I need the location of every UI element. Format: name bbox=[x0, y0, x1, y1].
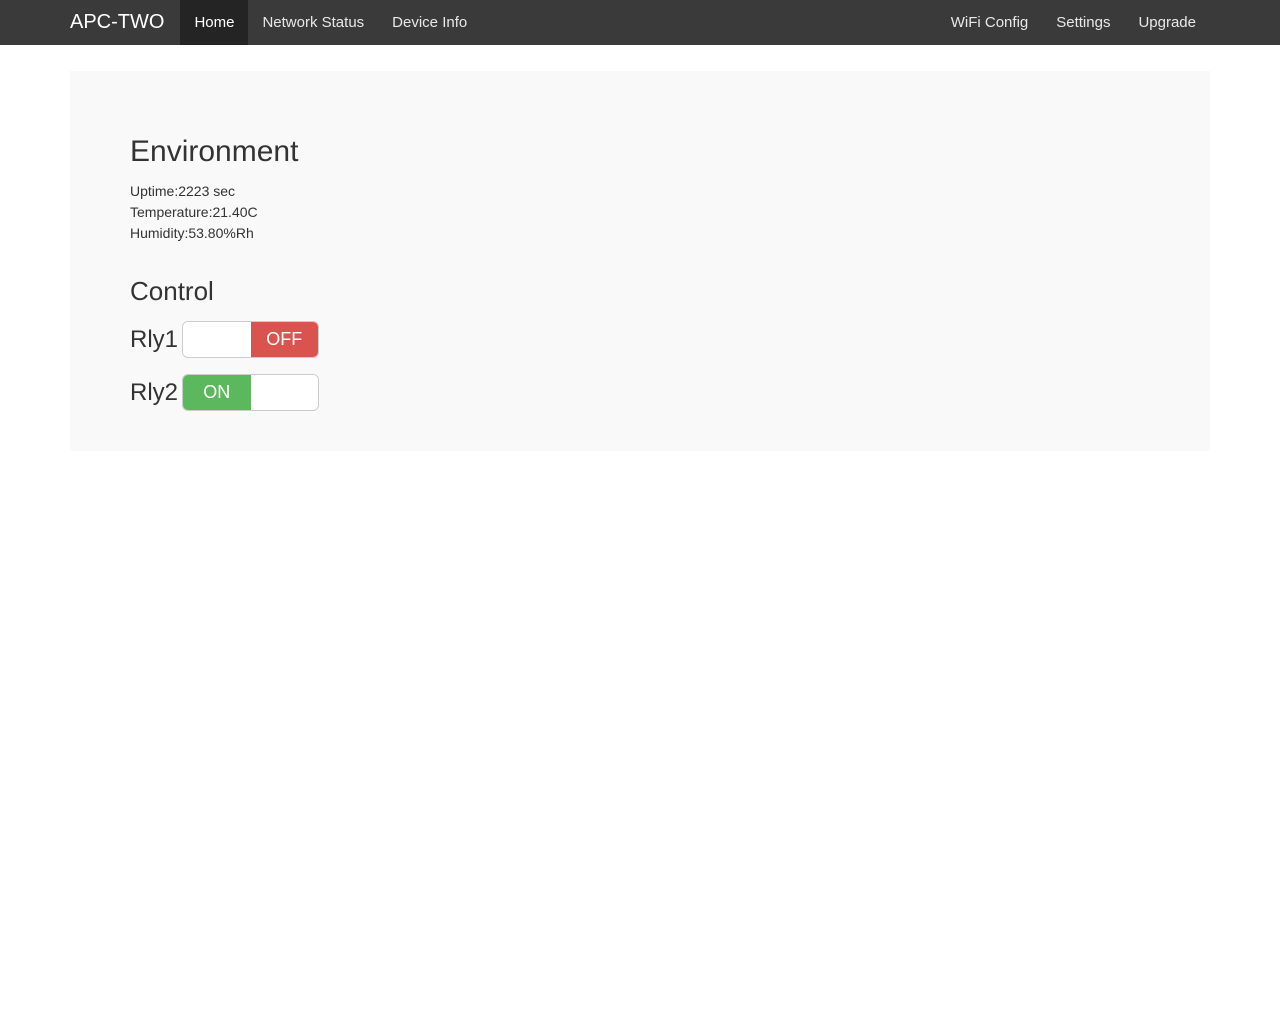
relay-row-rly1: Rly1 OFF bbox=[130, 321, 1150, 358]
nav-item-settings[interactable]: Settings bbox=[1042, 0, 1124, 45]
rly2-toggle-handle bbox=[251, 375, 319, 410]
nav-item-network-status[interactable]: Network Status bbox=[248, 0, 378, 45]
nav-left-list: Home Network Status Device Info bbox=[180, 0, 481, 45]
rly2-toggle[interactable]: ON bbox=[182, 374, 319, 411]
rly1-toggle[interactable]: OFF bbox=[182, 321, 319, 358]
top-navbar: APC-TWO Home Network Status Device Info … bbox=[0, 0, 1280, 45]
control-title: Control bbox=[130, 276, 1150, 307]
rly1-toggle-off-label: OFF bbox=[251, 322, 319, 357]
rly2-toggle-on-label: ON bbox=[183, 375, 251, 410]
rly1-toggle-handle bbox=[183, 322, 251, 357]
main-panel: Environment Uptime:2223 sec Temperature:… bbox=[70, 71, 1210, 451]
nav-item-upgrade[interactable]: Upgrade bbox=[1124, 0, 1210, 45]
humidity-value: Humidity:53.80%Rh bbox=[130, 223, 1150, 244]
temperature-value: Temperature:21.40C bbox=[130, 202, 1150, 223]
navbar-container: APC-TWO Home Network Status Device Info … bbox=[70, 0, 1210, 45]
nav-item-wifi-config[interactable]: WiFi Config bbox=[937, 0, 1043, 45]
brand-apc-two[interactable]: APC-TWO bbox=[70, 0, 180, 45]
relay-row-rly2: Rly2 ON bbox=[130, 374, 1150, 411]
rly1-label: Rly1 bbox=[130, 326, 182, 354]
uptime-value: Uptime:2223 sec bbox=[130, 181, 1150, 202]
nav-item-home[interactable]: Home bbox=[180, 0, 248, 45]
nav-item-device-info[interactable]: Device Info bbox=[378, 0, 481, 45]
rly2-label: Rly2 bbox=[130, 379, 182, 407]
nav-right-list: WiFi Config Settings Upgrade bbox=[937, 0, 1210, 45]
environment-title: Environment bbox=[130, 135, 1150, 169]
